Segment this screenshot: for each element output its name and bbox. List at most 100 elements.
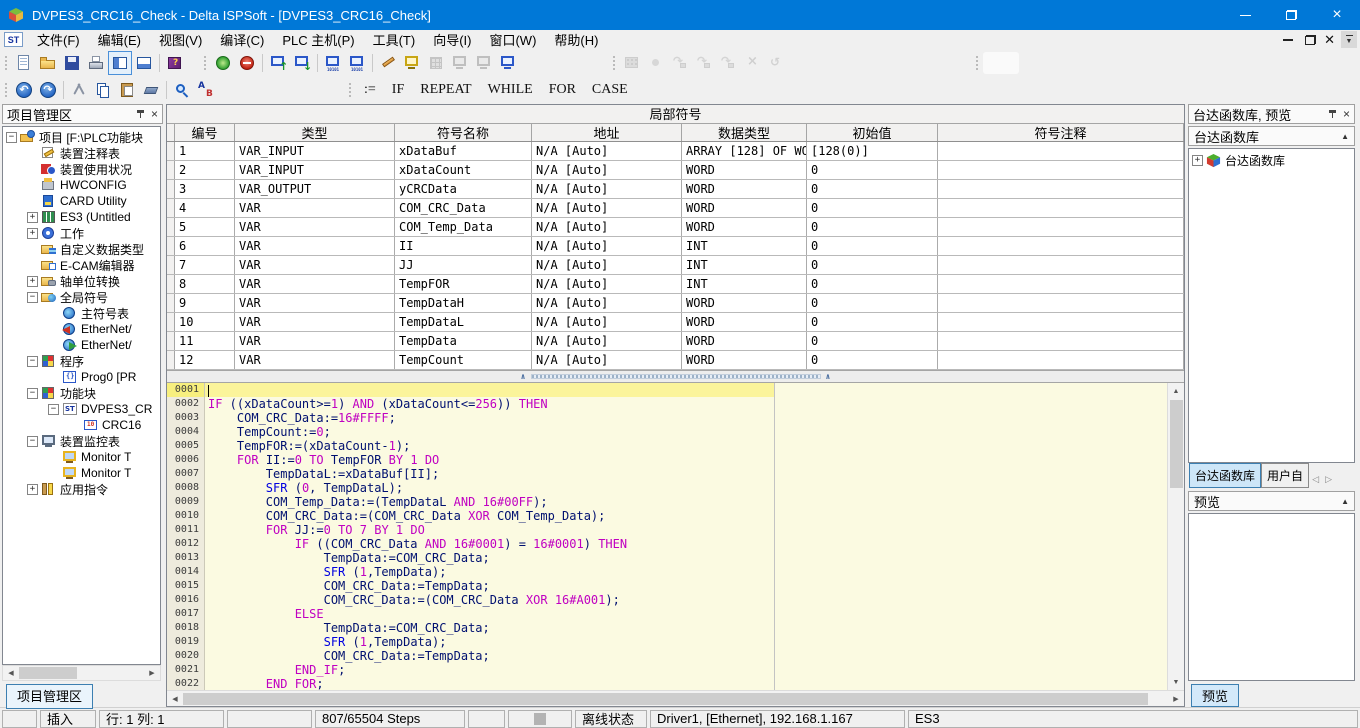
tab-preview[interactable]: 预览 [1191, 684, 1239, 707]
code-text[interactable]: TempFOR:=(xDataCount-1); [205, 439, 410, 453]
cell[interactable]: WORD [682, 161, 807, 179]
scroll-up-icon[interactable]: ▲ [1169, 383, 1184, 399]
cell[interactable]: VAR [235, 313, 395, 331]
rotate-step-3-button[interactable] [716, 51, 740, 75]
library-panel-close-icon[interactable]: × [1343, 109, 1350, 119]
table-row[interactable]: 6VARIIN/A [Auto]INT0 [167, 237, 1184, 256]
tabs-scroll-left-icon[interactable]: ◁ [1309, 471, 1322, 488]
cell[interactable]: [128(0)] [807, 142, 938, 160]
cell[interactable]: 9 [175, 294, 235, 312]
rotate-step-2-button[interactable] [692, 51, 716, 75]
close-button[interactable]: × [1314, 0, 1360, 30]
monitor-table-active-button[interactable] [400, 51, 424, 75]
tree-item-18[interactable]: −DVPES3_CR [3, 401, 160, 417]
tree-item-21[interactable]: Monitor T [3, 449, 160, 465]
grid-view-button[interactable] [424, 51, 448, 75]
cell[interactable]: VAR [235, 218, 395, 236]
expander-icon[interactable]: − [27, 356, 38, 367]
rotate-step-1-button[interactable] [668, 51, 692, 75]
simulator-stop-button[interactable] [235, 51, 259, 75]
code-text[interactable]: END_FOR; [205, 677, 324, 690]
minimize-button[interactable] [1222, 0, 1268, 30]
menu-item-2[interactable]: 编辑(E) [89, 30, 150, 49]
expander-icon[interactable]: + [27, 228, 38, 239]
cell[interactable]: N/A [Auto] [532, 161, 682, 179]
code-line[interactable]: 0022 END_FOR; [167, 677, 1167, 690]
code-line[interactable]: 0009 COM_Temp_Data:=(TempDataL AND 16#00… [167, 495, 1167, 509]
table-row[interactable]: 7VARJJN/A [Auto]INT0 [167, 256, 1184, 275]
tree-item-5[interactable]: CARD Utility [3, 193, 160, 209]
cell[interactable]: ARRAY [128] OF WORD [682, 142, 807, 160]
cell[interactable]: WORD [682, 180, 807, 198]
cell[interactable]: 10 [175, 313, 235, 331]
table-row[interactable]: 8VARTempFORN/A [Auto]INT0 [167, 275, 1184, 294]
column-header-5[interactable]: 数据类型 [682, 124, 807, 141]
pin-icon[interactable] [136, 109, 145, 119]
column-header-1[interactable]: 编号 [175, 124, 235, 141]
cell[interactable]: VAR [235, 256, 395, 274]
expander-icon[interactable]: − [27, 436, 38, 447]
code-line[interactable]: 0016 COM_CRC_Data:=(COM_CRC_Data XOR 16#… [167, 593, 1167, 607]
tree-item-13[interactable]: EtherNet/ [3, 321, 160, 337]
cell[interactable]: WORD [682, 332, 807, 350]
st-case-button[interactable]: CASE [584, 82, 636, 98]
code-line[interactable]: 0007 TempDataL:=xDataBuf[II]; [167, 467, 1167, 481]
scroll-thumb[interactable] [183, 693, 1148, 705]
tree-item-14[interactable]: EtherNet/ [3, 337, 160, 353]
simulator-run-button[interactable] [211, 51, 235, 75]
cell[interactable]: 8 [175, 275, 235, 293]
cell[interactable]: xDataBuf [395, 142, 532, 160]
cell[interactable]: 0 [807, 256, 938, 274]
column-header-7[interactable]: 符号注释 [938, 124, 1184, 141]
tree-item-7[interactable]: +工作 [3, 225, 160, 241]
cell[interactable]: JJ [395, 256, 532, 274]
tree-item-16[interactable]: Prog0 [PR [3, 369, 160, 385]
cell[interactable]: 0 [807, 161, 938, 179]
code-line[interactable]: 0010 COM_CRC_Data:=(COM_CRC_Data XOR COM… [167, 509, 1167, 523]
view-project-panel-button[interactable] [108, 51, 132, 75]
redo-button[interactable] [36, 78, 60, 102]
menu-item-7[interactable]: 向导(I) [424, 30, 480, 49]
code-line[interactable]: 0019 SFR (1,TempData); [167, 635, 1167, 649]
st-repeat-button[interactable]: REPEAT [412, 82, 479, 98]
code-text[interactable]: TempData:=COM_CRC_Data; [205, 551, 490, 565]
splitter-handle[interactable]: ∧ ∧ [521, 373, 831, 381]
cell[interactable]: INT [682, 237, 807, 255]
menu-item-4[interactable]: 编译(C) [211, 30, 273, 49]
expander-icon[interactable]: − [48, 404, 59, 415]
search-button[interactable] [170, 78, 194, 102]
code-text[interactable]: SFR (1,TempData); [205, 635, 446, 649]
cell[interactable]: N/A [Auto] [532, 199, 682, 217]
code-line[interactable]: 0004 TempCount:=0; [167, 425, 1167, 439]
cell[interactable]: N/A [Auto] [532, 275, 682, 293]
code-text[interactable]: COM_Temp_Data:=(TempDataL AND 16#00FF); [205, 495, 548, 509]
cell[interactable] [938, 256, 1184, 274]
code-line[interactable]: 0014 SFR (1,TempData); [167, 565, 1167, 579]
scroll-thumb[interactable] [1170, 400, 1183, 488]
menu-item-9[interactable]: 帮助(H) [545, 30, 607, 49]
cell[interactable] [938, 313, 1184, 331]
cell[interactable]: N/A [Auto] [532, 180, 682, 198]
scroll-right-icon[interactable]: ▶ [144, 666, 160, 680]
tree-item-8[interactable]: 自定义数据类型 [3, 241, 160, 257]
st-while-button[interactable]: WHILE [480, 82, 541, 98]
erase-button[interactable] [139, 78, 163, 102]
cell[interactable]: N/A [Auto] [532, 237, 682, 255]
cell[interactable]: VAR_INPUT [235, 161, 395, 179]
menu-item-3[interactable]: 视图(V) [150, 30, 211, 49]
tree-item-6[interactable]: +ES3 (Untitled [3, 209, 160, 225]
cell[interactable]: II [395, 237, 532, 255]
delete-point-button[interactable] [740, 51, 764, 75]
tree-item-15[interactable]: −程序 [3, 353, 160, 369]
table-editor-splitter[interactable]: ∧ ∧ [167, 370, 1184, 383]
tree-item-11[interactable]: −全局符号 [3, 289, 160, 305]
refresh-monitor-button[interactable] [496, 51, 520, 75]
scroll-left-icon[interactable]: ◀ [167, 692, 183, 706]
code-text[interactable]: IF ((xDataCount>=1) AND (xDataCount<=256… [205, 397, 548, 411]
mdi-minimize-button[interactable] [1279, 35, 1297, 45]
cell[interactable]: VAR_INPUT [235, 142, 395, 160]
cell[interactable] [938, 275, 1184, 293]
table-row[interactable]: 3VAR_OUTPUTyCRCDataN/A [Auto]WORD0 [167, 180, 1184, 199]
tab-user-defined[interactable]: 用户自 [1261, 463, 1309, 488]
tabs-scroll-right-icon[interactable]: ▷ [1322, 471, 1335, 488]
